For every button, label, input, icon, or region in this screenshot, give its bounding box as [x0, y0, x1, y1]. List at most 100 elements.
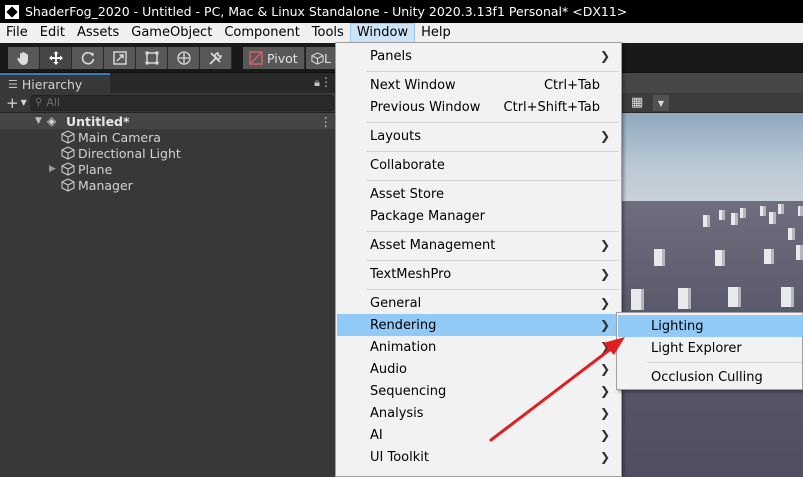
- scene-object: [740, 208, 746, 218]
- grid-snap-icon[interactable]: ▦: [631, 95, 643, 110]
- scene-row[interactable]: ▼ ◈ Untitled* ⋮: [0, 113, 336, 129]
- menu-item-asset-management[interactable]: Asset Management ❯: [337, 234, 620, 256]
- rotate-tool-button[interactable]: [72, 47, 104, 69]
- menu-assets[interactable]: Assets: [71, 23, 125, 43]
- menu-item-general[interactable]: General ❯: [337, 292, 620, 314]
- hierarchy-tab-bar: ☰ Hierarchy 🔒︎ ⋮: [0, 73, 336, 93]
- chevron-right-icon: ❯: [599, 362, 610, 376]
- menu-item-next-window[interactable]: Next Window Ctrl+Tab: [337, 74, 620, 96]
- submenu-item-occlusion-culling[interactable]: Occlusion Culling: [618, 366, 803, 388]
- scene-object: [764, 249, 774, 264]
- scene-object: [728, 287, 741, 307]
- scene-object: [654, 249, 665, 266]
- scene-more-options-icon[interactable]: ⋮: [320, 114, 333, 129]
- more-options-icon[interactable]: ⋮: [320, 75, 332, 89]
- hierarchy-item-manager[interactable]: Manager: [0, 177, 336, 193]
- hierarchy-search-input[interactable]: ⚲ All: [30, 94, 334, 111]
- menu-item-animation[interactable]: Animation ❯: [337, 336, 620, 358]
- menu-bar: File Edit Assets GameObject Component To…: [0, 23, 803, 43]
- custom-tool-icon: [208, 52, 222, 65]
- dropdown-triangle-icon: ▼: [20, 98, 27, 107]
- menu-item-layouts[interactable]: Layouts ❯: [337, 125, 620, 147]
- hierarchy-item-plane[interactable]: ▶ Plane: [0, 161, 336, 177]
- menu-item-rendering[interactable]: Rendering ❯: [337, 314, 620, 336]
- menu-item-label: Asset Store: [370, 186, 445, 202]
- menu-item-label: Asset Management: [370, 237, 496, 253]
- move-tool-button[interactable]: [40, 47, 72, 69]
- menu-item-label: Package Manager: [370, 208, 486, 224]
- expand-arrow-icon[interactable]: ▶: [49, 164, 56, 174]
- menu-file[interactable]: File: [0, 23, 34, 43]
- hierarchy-item-directional-light[interactable]: Directional Light: [0, 145, 336, 161]
- chevron-right-icon: ❯: [599, 428, 610, 442]
- menu-edit[interactable]: Edit: [34, 23, 71, 43]
- menu-item-label: TextMeshPro: [370, 266, 452, 282]
- rendering-submenu: Lighting Light Explorer Occlusion Cullin…: [616, 312, 803, 390]
- menu-item-sequencing[interactable]: Sequencing ❯: [337, 380, 620, 402]
- menu-item-panels[interactable]: Panels ❯: [337, 45, 620, 67]
- scene-view[interactable]: ▦ ▼: [621, 73, 803, 477]
- hierarchy-tab[interactable]: ☰ Hierarchy: [0, 73, 110, 93]
- hierarchy-item-main-camera[interactable]: Main Camera: [0, 129, 336, 145]
- menu-item-previous-window[interactable]: Previous Window Ctrl+Shift+Tab: [337, 96, 620, 118]
- hierarchy-item-label: Manager: [78, 177, 133, 193]
- menu-item-collaborate[interactable]: Collaborate: [337, 154, 620, 176]
- submenu-item-lighting[interactable]: Lighting: [618, 315, 803, 337]
- rect-tool-button[interactable]: [136, 47, 168, 69]
- hierarchy-item-label: Main Camera: [78, 129, 161, 145]
- menu-separator: [366, 122, 619, 123]
- scene-object: [715, 250, 725, 266]
- menu-tools[interactable]: Tools: [306, 23, 350, 43]
- menu-item-label: Previous Window: [370, 99, 481, 115]
- scene-object: [703, 215, 710, 227]
- scene-object: [760, 206, 766, 216]
- custom-tool-button[interactable]: [200, 47, 232, 69]
- chevron-right-icon: ❯: [599, 238, 610, 252]
- window-menu-dropdown: Panels ❯ Next Window Ctrl+Tab Previous W…: [335, 42, 622, 477]
- scene-object: [781, 287, 794, 307]
- create-button[interactable]: + ▼: [0, 94, 30, 112]
- scene-object: [798, 206, 803, 216]
- grid-dropdown-icon[interactable]: ▼: [653, 95, 669, 111]
- menu-item-textmeshpro[interactable]: TextMeshPro ❯: [337, 263, 620, 285]
- rect-tool-icon: [145, 51, 158, 65]
- pivot-toggle-button[interactable]: Pivot: [243, 47, 305, 69]
- chevron-right-icon: ❯: [599, 296, 610, 310]
- menu-item-asset-store[interactable]: Asset Store: [337, 183, 620, 205]
- menu-gameobject[interactable]: GameObject: [125, 23, 218, 43]
- submenu-item-label: Light Explorer: [651, 340, 742, 356]
- unity-scene-icon: ◈: [47, 114, 57, 128]
- unity-logo-icon: [5, 4, 19, 19]
- title-bar: ShaderFog_2020 - Untitled - PC, Mac & Li…: [0, 0, 803, 23]
- menu-item-label: Collaborate: [370, 157, 445, 173]
- menu-item-label: Rendering: [370, 317, 437, 333]
- search-icon: ⚲: [35, 97, 43, 108]
- scene-object: [778, 204, 784, 214]
- hand-tool-button[interactable]: [8, 47, 40, 69]
- submenu-item-label: Occlusion Culling: [651, 369, 763, 385]
- menu-help[interactable]: Help: [415, 23, 457, 43]
- menu-item-shortcut: Ctrl+Shift+Tab: [503, 99, 600, 115]
- menu-component[interactable]: Component: [218, 23, 305, 43]
- menu-separator: [647, 362, 802, 363]
- menu-window[interactable]: Window: [349, 23, 416, 43]
- scene-skybox: [621, 113, 803, 201]
- scene-object: [731, 213, 738, 225]
- local-toggle-button[interactable]: L: [306, 47, 336, 69]
- submenu-item-light-explorer[interactable]: Light Explorer: [618, 337, 803, 359]
- menu-item-label: UI Toolkit: [370, 449, 429, 465]
- transform-tool-button[interactable]: [168, 47, 200, 69]
- menu-item-package-manager[interactable]: Package Manager: [337, 205, 620, 227]
- menu-item-ai[interactable]: AI ❯: [337, 424, 620, 446]
- menu-item-label: General: [370, 295, 422, 311]
- menu-item-analysis[interactable]: Analysis ❯: [337, 402, 620, 424]
- list-icon: ☰: [8, 77, 18, 91]
- menu-item-ui-toolkit[interactable]: UI Toolkit ❯: [337, 446, 620, 468]
- rotate-tool-icon: [81, 51, 94, 65]
- chevron-right-icon: ❯: [599, 318, 610, 332]
- menu-item-label: Analysis: [370, 405, 424, 421]
- menu-separator: [366, 231, 619, 232]
- scale-tool-button[interactable]: [104, 47, 136, 69]
- collapse-arrow-icon[interactable]: ▼: [35, 116, 47, 126]
- menu-item-audio[interactable]: Audio ❯: [337, 358, 620, 380]
